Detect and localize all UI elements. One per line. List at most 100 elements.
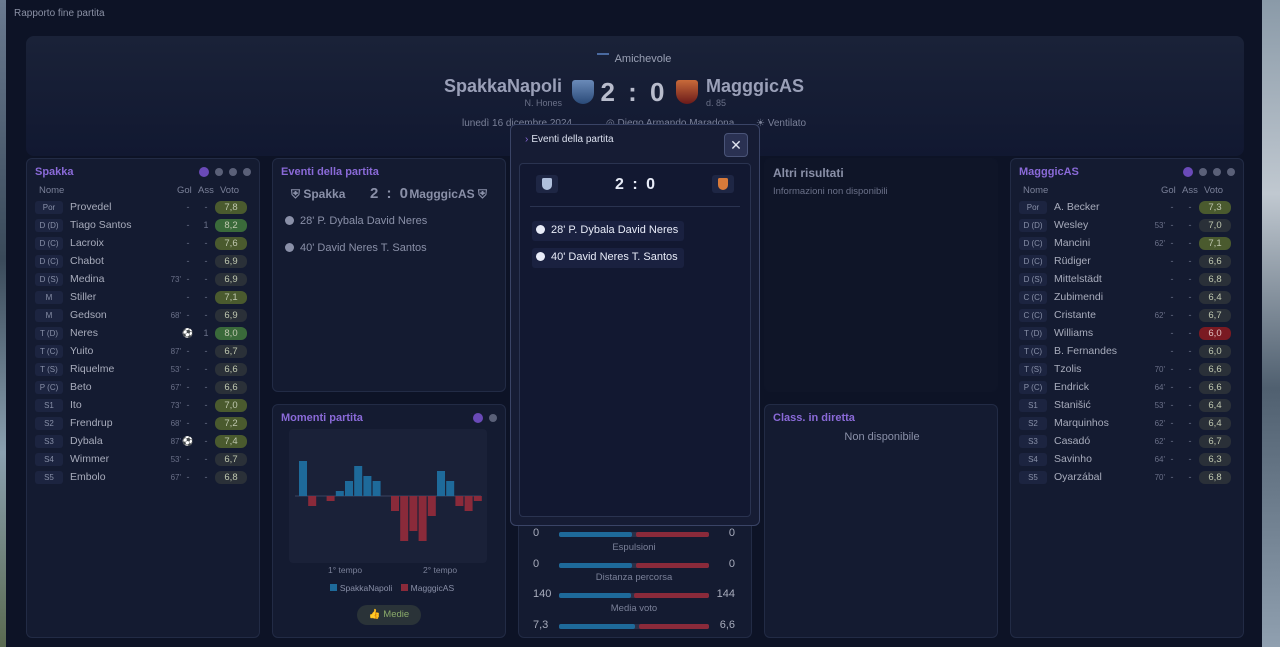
player-vote: 7,0	[215, 399, 247, 412]
tab-dot-3[interactable]	[229, 168, 237, 176]
window-title: Rapporto fine partita	[14, 8, 105, 19]
bar-away	[326, 496, 335, 501]
stat-label: Distanza percorsa	[595, 572, 673, 583]
player-goals: -	[1170, 220, 1174, 230]
tab-dot-3[interactable]	[1213, 168, 1221, 176]
position-badge: D (D)	[1019, 219, 1047, 232]
player-assists: -	[204, 346, 208, 356]
player-row[interactable]: S3 Dybala 87' ⚽ -7,4	[35, 432, 251, 450]
player-row[interactable]: M Gedson 68' - -6,9	[35, 306, 251, 324]
position-badge: S4	[35, 453, 63, 466]
tab-dot-2[interactable]	[1199, 168, 1207, 176]
divider	[530, 206, 740, 207]
bar-home	[299, 461, 307, 496]
player-row[interactable]: D (D) Wesley 53' - -7,0	[1019, 216, 1235, 234]
player-goals: -	[186, 220, 190, 230]
player-row[interactable]: D (C) Lacroix - -7,6	[35, 234, 251, 252]
player-assists: -	[204, 274, 208, 284]
player-name: Medina	[70, 273, 105, 285]
player-assists: -	[204, 364, 208, 374]
player-vote: 6,4	[1199, 399, 1231, 412]
player-row[interactable]: S2 Frendrup 68' - -7,2	[35, 414, 251, 432]
player-name: Casadó	[1054, 435, 1091, 447]
player-name: Oyarzábal	[1054, 471, 1102, 483]
player-assists: -	[204, 202, 208, 212]
modal-event-item[interactable]: 28' P. Dybala David Neres	[532, 221, 685, 241]
position-badge: P (C)	[1019, 381, 1047, 394]
tab-dot-2[interactable]	[215, 168, 223, 176]
player-vote: 7,0	[1199, 219, 1231, 232]
player-row[interactable]: C (C) Zubimendi - -6,4	[1019, 288, 1235, 306]
player-row[interactable]: P (C) Beto 67' - -6,6	[35, 378, 251, 396]
player-row[interactable]: P (C) Endrick 64' - -6,6	[1019, 378, 1235, 396]
player-row[interactable]: S4 Savinho 64' - -6,3	[1019, 450, 1235, 468]
player-row[interactable]: S2 Marquinhos 62' - -6,4	[1019, 414, 1235, 432]
away-crest-icon	[676, 80, 698, 104]
goal-icon	[536, 225, 545, 234]
player-vote: 6,9	[215, 273, 247, 286]
player-row[interactable]: M Stiller - -7,1	[35, 288, 251, 306]
modal-event-item[interactable]: 40' David Neres T. Santos	[532, 248, 684, 268]
player-vote: 7,8	[215, 201, 247, 214]
tab-dot-1[interactable]	[1183, 167, 1193, 177]
player-row[interactable]: D (D) Tiago Santos - 1 8,2	[35, 216, 251, 234]
goal-icon	[285, 243, 294, 252]
player-row[interactable]: T (C) Yuito 87' - -6,7	[35, 342, 251, 360]
position-badge: D (C)	[35, 237, 63, 250]
player-name: A. Becker	[1054, 201, 1100, 213]
player-name: Wimmer	[70, 453, 110, 465]
player-row[interactable]: D (C) Mancini 62' - -7,1	[1019, 234, 1235, 252]
position-badge: Por	[1019, 201, 1047, 214]
player-vote: 6,4	[1199, 291, 1231, 304]
player-row[interactable]: S5 Embolo 67' - -6,8	[35, 468, 251, 486]
substitution-icon: 64'	[1154, 455, 1165, 464]
player-row[interactable]: T (C) B. Fernandes - -6,0	[1019, 342, 1235, 360]
tab-dot-4[interactable]	[1227, 168, 1235, 176]
player-row[interactable]: Por A. Becker - -7,3	[1019, 198, 1235, 216]
player-name: Chabot	[70, 255, 104, 267]
player-goals: -	[1170, 256, 1174, 266]
player-row[interactable]: T (S) Tzolis 70' - -6,6	[1019, 360, 1235, 378]
player-row[interactable]: T (S) Riquelme 53' - -6,6	[35, 360, 251, 378]
player-row[interactable]: S5 Oyarzábal 70' - -6,8	[1019, 468, 1235, 486]
player-name: Provedel	[70, 201, 112, 213]
stat-home-value: 7,3	[533, 619, 549, 631]
tab-dot-2[interactable]	[489, 414, 497, 422]
player-name: Ito	[70, 399, 82, 411]
modal-content: 2 : 0 28' P. Dybala David Neres 40' Davi…	[519, 163, 751, 517]
position-badge: M	[35, 291, 63, 304]
tab-dot-1[interactable]	[199, 167, 209, 177]
player-row[interactable]: S4 Wimmer 53' - -6,7	[35, 450, 251, 468]
away-crest-icon	[712, 175, 734, 193]
player-assists: -	[1188, 220, 1192, 230]
player-row[interactable]: C (C) Cristante 62' - -6,7	[1019, 306, 1235, 324]
position-badge: T (D)	[1019, 327, 1047, 340]
tab-dot-1[interactable]	[473, 413, 483, 423]
tab-dot-4[interactable]	[243, 168, 251, 176]
player-row[interactable]: S1 Ito 73' - -7,0	[35, 396, 251, 414]
position-badge: S5	[35, 471, 63, 484]
player-row[interactable]: T (D) Neres ⚽ 1 8,0	[35, 324, 251, 342]
chevron-right-icon: ›	[525, 134, 529, 145]
player-row[interactable]: D (S) Medina 73' - -6,9	[35, 270, 251, 288]
player-row[interactable]: D (C) Rüdiger - -6,6	[1019, 252, 1235, 270]
player-assists: -	[1188, 292, 1192, 302]
close-button[interactable]: ✕	[724, 133, 748, 157]
events-modal: › Eventi della partita ✕ 2 : 0 28' P. Dyb…	[510, 124, 760, 526]
position-badge: D (S)	[35, 273, 63, 286]
player-row[interactable]: S3 Casadó 62' - -6,7	[1019, 432, 1235, 450]
bar-home	[363, 476, 372, 496]
position-badge: C (C)	[1019, 291, 1047, 304]
stat-row: 00	[519, 558, 749, 572]
player-goals: -	[186, 418, 190, 428]
player-row[interactable]: D (C) Chabot - -6,9	[35, 252, 251, 270]
medie-button[interactable]: 👍 Medie	[357, 605, 421, 625]
legend-away: MagggicAS	[410, 583, 455, 593]
player-row[interactable]: S1 Stanišić 53' - -6,4	[1019, 396, 1235, 414]
stat-bar-home	[559, 593, 631, 598]
player-assists: -	[1188, 328, 1192, 338]
substitution-icon: 73'	[170, 275, 181, 284]
player-row[interactable]: Por Provedel - -7,8	[35, 198, 251, 216]
player-row[interactable]: D (S) Mittelstädt - -6,8	[1019, 270, 1235, 288]
player-row[interactable]: T (D) Williams - -6,0	[1019, 324, 1235, 342]
